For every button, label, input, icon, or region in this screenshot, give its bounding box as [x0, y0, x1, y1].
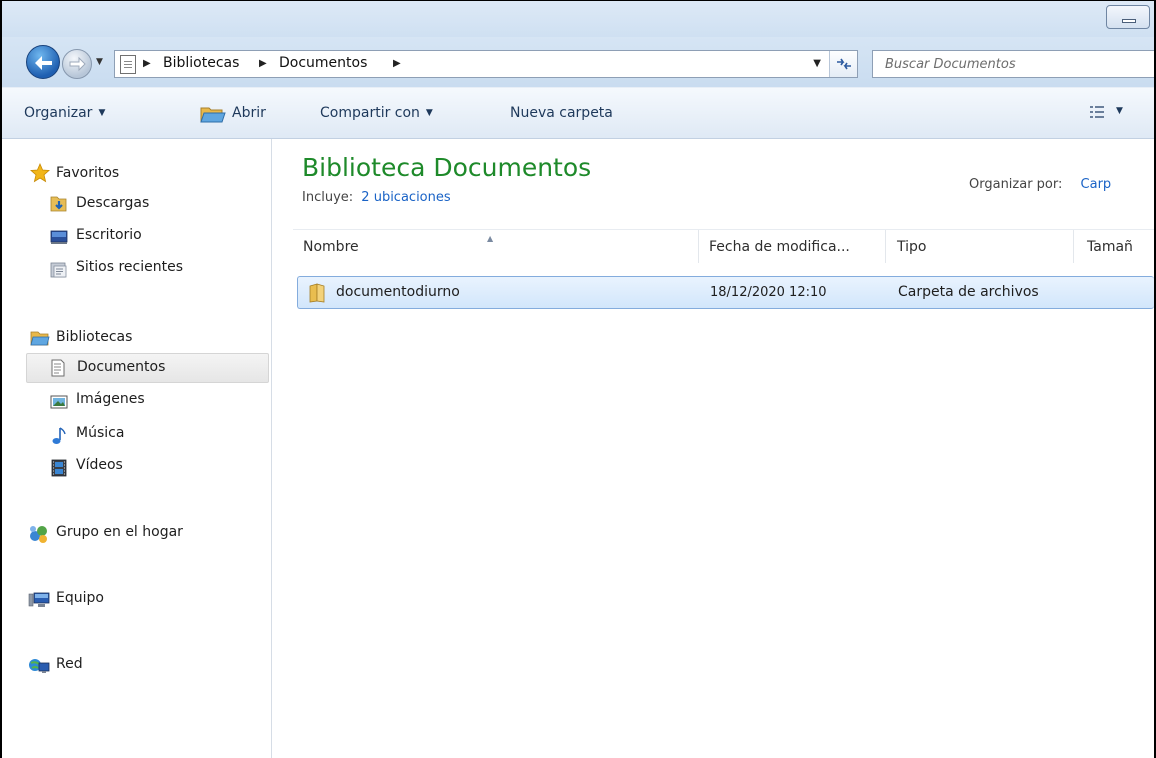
column-label: Nombre	[303, 239, 359, 255]
nav-musica[interactable]: Música	[2, 420, 270, 450]
nav-label: Vídeos	[76, 457, 123, 473]
library-locations-link[interactable]: 2 ubicaciones	[361, 190, 450, 205]
navigation-pane: Favoritos Descargas Escritorio Sitios re…	[2, 139, 272, 758]
nueva-carpeta-button[interactable]: Nueva carpeta	[510, 105, 613, 121]
nav-label: Bibliotecas	[56, 329, 133, 345]
homegroup-icon	[30, 526, 47, 543]
breadcrumb-documentos[interactable]: Documentos	[279, 55, 367, 71]
pictures-icon	[50, 395, 68, 409]
abrir-button[interactable]: Abrir	[232, 105, 266, 121]
breadcrumb-separator-icon[interactable]: ▶	[143, 58, 151, 69]
arrange-by-label: Organizar por:	[969, 177, 1063, 192]
nav-label: Grupo en el hogar	[56, 524, 183, 540]
minimize-icon	[1122, 19, 1136, 23]
arrange-by-dropdown[interactable]: Carp	[1081, 177, 1112, 192]
nav-documentos[interactable]: Documentos	[26, 353, 269, 383]
nav-label: Descargas	[76, 195, 150, 211]
compartir-con-button[interactable]: Compartir con ▼	[320, 105, 433, 121]
refresh-icon	[837, 58, 851, 70]
address-row: ▼ ▶ Bibliotecas ▶ Documentos ▶ ▼	[2, 37, 1154, 87]
nav-label: Escritorio	[76, 227, 142, 243]
recent-pages-dropdown[interactable]: ▼	[96, 57, 103, 67]
address-bar[interactable]: ▶ Bibliotecas ▶ Documentos ▶ ▼	[114, 50, 858, 78]
chevron-down-icon: ▼	[425, 108, 433, 118]
nav-label: Equipo	[56, 590, 104, 606]
libraries-icon	[30, 331, 50, 346]
chevron-down-icon: ▼	[98, 108, 106, 118]
nav-label: Sitios recientes	[76, 259, 183, 275]
file-date: 18/12/2020 12:10	[710, 285, 827, 300]
column-nombre[interactable]: Nombre ▲	[293, 230, 699, 263]
nav-descargas[interactable]: Descargas	[2, 189, 270, 219]
nav-bibliotecas[interactable]: Bibliotecas	[2, 323, 270, 353]
refresh-button[interactable]	[829, 51, 857, 77]
nav-favoritos[interactable]: Favoritos	[2, 159, 270, 189]
videos-icon	[51, 459, 67, 477]
downloads-folder-icon	[50, 196, 67, 212]
nav-label: Música	[76, 425, 125, 441]
back-arrow-icon	[35, 56, 52, 70]
breadcrumb-separator-icon[interactable]: ▶	[259, 58, 267, 69]
documents-icon	[51, 359, 65, 377]
document-library-icon	[120, 55, 136, 74]
address-dropdown-icon[interactable]: ▼	[813, 58, 821, 69]
library-title: Biblioteca Documentos	[302, 153, 592, 182]
back-button[interactable]	[26, 45, 60, 79]
command-bar: Organizar ▼ Abrir Compartir con ▼ Nueva ca…	[2, 87, 1154, 139]
arrange-by: Organizar por: Carp	[969, 177, 1111, 192]
nav-equipo[interactable]: Equipo	[2, 585, 270, 615]
star-icon	[30, 163, 50, 183]
nav-label: Red	[56, 656, 83, 672]
minimize-button[interactable]	[1106, 5, 1150, 29]
nav-label: Documentos	[77, 359, 166, 375]
file-name: documentodiurno	[336, 284, 460, 300]
column-tipo[interactable]: Tipo	[886, 230, 1074, 263]
view-details-icon	[1090, 106, 1104, 119]
explorer-window: ▼ ▶ Bibliotecas ▶ Documentos ▶ ▼ Orga	[0, 0, 1156, 758]
nav-escritorio[interactable]: Escritorio	[2, 222, 270, 252]
nav-label: Imágenes	[76, 391, 145, 407]
nav-imagenes[interactable]: Imágenes	[2, 387, 270, 417]
nav-sitios-recientes[interactable]: Sitios recientes	[2, 255, 270, 285]
computer-icon	[28, 592, 50, 607]
column-fecha[interactable]: Fecha de modifica...	[699, 230, 886, 263]
column-header: Nombre ▲ Fecha de modifica... Tipo Tamañ	[293, 229, 1154, 263]
open-folder-icon	[200, 107, 226, 123]
column-tamano[interactable]: Tamañ	[1074, 230, 1154, 263]
file-type: Carpeta de archivos	[898, 284, 1039, 300]
recent-places-icon	[50, 262, 67, 278]
forward-button[interactable]	[62, 49, 92, 79]
chevron-down-icon: ▼	[1116, 106, 1123, 116]
change-view-button[interactable]: ▼	[1090, 104, 1130, 124]
music-note-icon	[52, 427, 66, 444]
nav-videos[interactable]: Vídeos	[2, 453, 270, 483]
desktop-icon	[50, 230, 68, 244]
nav-label: Favoritos	[56, 165, 120, 181]
search-box[interactable]	[872, 50, 1154, 78]
folder-icon	[309, 283, 325, 303]
nav-red[interactable]: Red	[2, 651, 270, 681]
includes-label: Incluye:	[302, 190, 354, 205]
search-input[interactable]	[873, 51, 1154, 77]
compartir-label: Compartir con	[320, 105, 420, 121]
breadcrumb-separator-icon[interactable]: ▶	[393, 58, 401, 69]
breadcrumb-bibliotecas[interactable]: Bibliotecas	[163, 55, 239, 71]
organizar-label: Organizar	[24, 105, 93, 121]
organizar-button[interactable]: Organizar ▼	[24, 105, 105, 121]
sort-ascending-icon: ▲	[487, 234, 494, 243]
title-bar	[2, 1, 1154, 37]
forward-arrow-icon	[69, 56, 86, 72]
network-icon	[29, 659, 50, 673]
content-pane: Biblioteca Documentos Incluye: 2 ubicaci…	[273, 139, 1154, 758]
library-includes: Incluye: 2 ubicaciones	[302, 190, 451, 205]
table-row[interactable]: documentodiurno 18/12/2020 12:10 Carpeta…	[297, 276, 1154, 309]
nav-grupo-hogar[interactable]: Grupo en el hogar	[2, 518, 270, 548]
